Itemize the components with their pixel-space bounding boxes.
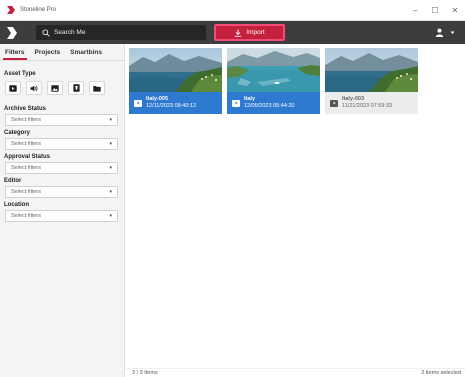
chevron-down-icon: ▾ bbox=[109, 117, 112, 123]
search-box[interactable] bbox=[36, 25, 206, 40]
document-icon bbox=[72, 84, 80, 92]
archive-status-select[interactable]: Select filters ▾ bbox=[5, 114, 118, 126]
asset-info: Italy 12/05/2023 05:44:20 bbox=[227, 92, 320, 114]
item-count: 3 / 3 Items bbox=[132, 370, 158, 376]
archive-status-value: Select filters bbox=[11, 117, 41, 123]
asset-type-label: Asset Type bbox=[4, 70, 36, 77]
asset-type-document-button[interactable] bbox=[68, 81, 84, 95]
tab-filters[interactable]: Filters bbox=[0, 49, 30, 60]
chevron-down-icon bbox=[450, 31, 455, 34]
editor-select[interactable]: Select filters ▾ bbox=[5, 186, 118, 198]
video-badge-icon bbox=[134, 99, 142, 107]
location-select[interactable]: Select filters ▾ bbox=[5, 210, 118, 222]
landscape-thumbnail bbox=[325, 48, 418, 92]
category-label: Category bbox=[4, 129, 31, 136]
category-value: Select filters bbox=[11, 141, 41, 147]
asset-name: Italy-005 bbox=[146, 96, 169, 102]
asset-thumbnail[interactable] bbox=[227, 48, 320, 92]
maximize-button[interactable]: ☐ bbox=[425, 0, 445, 21]
main-toolbar: Import bbox=[0, 21, 465, 44]
search-input[interactable] bbox=[54, 29, 204, 36]
close-button[interactable]: ✕ bbox=[445, 0, 465, 21]
chevron-down-icon: ▾ bbox=[109, 165, 112, 171]
asset-thumbnail[interactable] bbox=[325, 48, 418, 92]
download-icon bbox=[235, 29, 242, 37]
asset-card[interactable]: Italy 12/05/2023 05:44:20 bbox=[227, 48, 320, 115]
approval-status-label: Approval Status bbox=[4, 153, 51, 160]
video-icon bbox=[9, 84, 17, 92]
asset-info: Italy-003 11/21/2023 07:59:33 bbox=[325, 92, 418, 114]
lake-thumbnail bbox=[227, 48, 320, 92]
filter-sidebar: Filters Projects Smartbins Asset Type Ar… bbox=[0, 44, 125, 377]
editor-value: Select filters bbox=[11, 189, 41, 195]
category-select[interactable]: Select filters ▾ bbox=[5, 138, 118, 150]
asset-card[interactable]: Italy-005 12/11/2023 08:40:12 bbox=[129, 48, 222, 115]
sidebar-tabs: Filters Projects Smartbins bbox=[0, 44, 124, 60]
title-bar: Stoneline Pro – ☐ ✕ bbox=[0, 0, 465, 21]
chevron-down-icon: ▾ bbox=[109, 189, 112, 195]
asset-name: Italy-003 bbox=[342, 96, 365, 102]
user-menu-button[interactable] bbox=[435, 25, 455, 40]
video-badge-icon bbox=[232, 99, 240, 107]
editor-label: Editor bbox=[4, 177, 22, 184]
chevron-down-icon: ▾ bbox=[109, 213, 112, 219]
minimize-button[interactable]: – bbox=[405, 0, 425, 21]
asset-card[interactable]: Italy-003 11/21/2023 07:59:33 bbox=[325, 48, 418, 115]
asset-type-buttons bbox=[0, 81, 124, 95]
asset-type-image-button[interactable] bbox=[47, 81, 63, 95]
status-bar: 3 / 3 Items 2 items selected bbox=[126, 368, 465, 377]
asset-type-folder-button[interactable] bbox=[89, 81, 105, 95]
location-label: Location bbox=[4, 201, 29, 208]
logo-icon bbox=[7, 26, 17, 39]
approval-status-select[interactable]: Select filters ▾ bbox=[5, 162, 118, 174]
tab-smartbins[interactable]: Smartbins bbox=[65, 49, 107, 60]
location-value: Select filters bbox=[11, 213, 41, 219]
image-icon bbox=[51, 84, 59, 92]
asset-type-audio-button[interactable] bbox=[26, 81, 42, 95]
asset-date: 11/21/2023 07:59:33 bbox=[342, 103, 393, 109]
tab-divider bbox=[0, 60, 124, 61]
user-icon bbox=[435, 28, 444, 37]
asset-type-video-button[interactable] bbox=[5, 81, 21, 95]
audio-icon bbox=[30, 85, 38, 91]
tab-projects[interactable]: Projects bbox=[30, 49, 66, 60]
asset-date: 12/11/2023 08:40:12 bbox=[146, 103, 197, 109]
folder-icon bbox=[93, 85, 101, 92]
window-title: Stoneline Pro bbox=[20, 7, 57, 13]
app-logo-icon bbox=[7, 6, 15, 14]
import-button[interactable]: Import bbox=[214, 24, 285, 41]
selection-count: 2 items selected bbox=[421, 370, 461, 376]
chevron-down-icon: ▾ bbox=[109, 141, 112, 147]
asset-info: Italy-005 12/11/2023 08:40:12 bbox=[129, 92, 222, 114]
video-badge-icon bbox=[330, 99, 338, 107]
asset-date: 12/05/2023 05:44:20 bbox=[244, 103, 295, 109]
archive-status-label: Archive Status bbox=[4, 105, 47, 112]
landscape-thumbnail bbox=[129, 48, 222, 92]
asset-name: Italy bbox=[244, 96, 256, 102]
asset-thumbnail[interactable] bbox=[129, 48, 222, 92]
toolbar-logo[interactable] bbox=[0, 21, 24, 44]
search-icon bbox=[42, 28, 50, 37]
asset-grid: Italy-005 12/11/2023 08:40:12 Italy 12/0… bbox=[126, 44, 465, 368]
approval-status-value: Select filters bbox=[11, 165, 41, 171]
import-label: Import bbox=[246, 29, 265, 36]
